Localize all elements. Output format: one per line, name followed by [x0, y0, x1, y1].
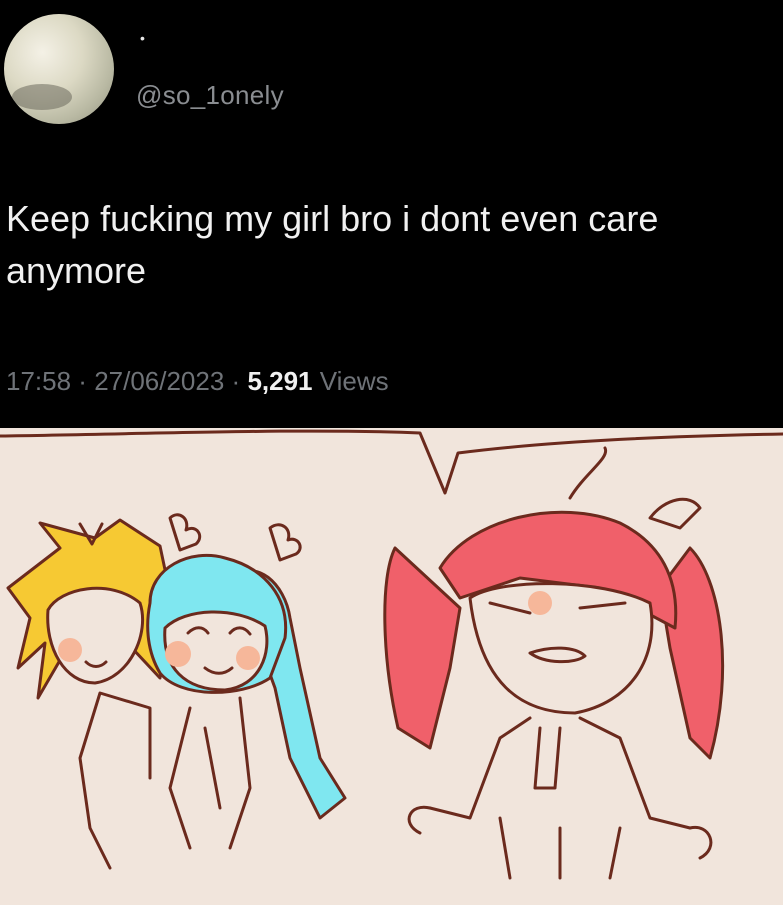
views-count: 5,291	[247, 366, 313, 396]
tweet-time[interactable]: 17:58	[6, 366, 71, 396]
comic-drawing	[0, 429, 783, 880]
meta-separator: ·	[224, 366, 248, 396]
meta-separator: ·	[71, 366, 95, 396]
comic-panel	[0, 428, 783, 905]
avatar[interactable]	[4, 14, 114, 124]
speech-bubble-icon	[0, 429, 783, 495]
red-hair-character	[383, 446, 725, 880]
yellow-hair-character	[6, 518, 174, 870]
tweet-meta: 17:58 · 27/06/2023 · 5,291 Views	[6, 366, 389, 397]
user-handle[interactable]: @so_1onely	[136, 80, 284, 111]
tweet-date[interactable]: 27/06/2023	[94, 366, 224, 396]
blue-hair-character	[146, 513, 347, 850]
display-name[interactable]: •	[140, 30, 145, 46]
tweet-text: Keep fucking my girl bro i dont even car…	[6, 198, 659, 291]
views-label: Views	[319, 366, 389, 396]
tweet-card: • @so_1onely Keep fucking my girl bro i …	[0, 0, 783, 440]
